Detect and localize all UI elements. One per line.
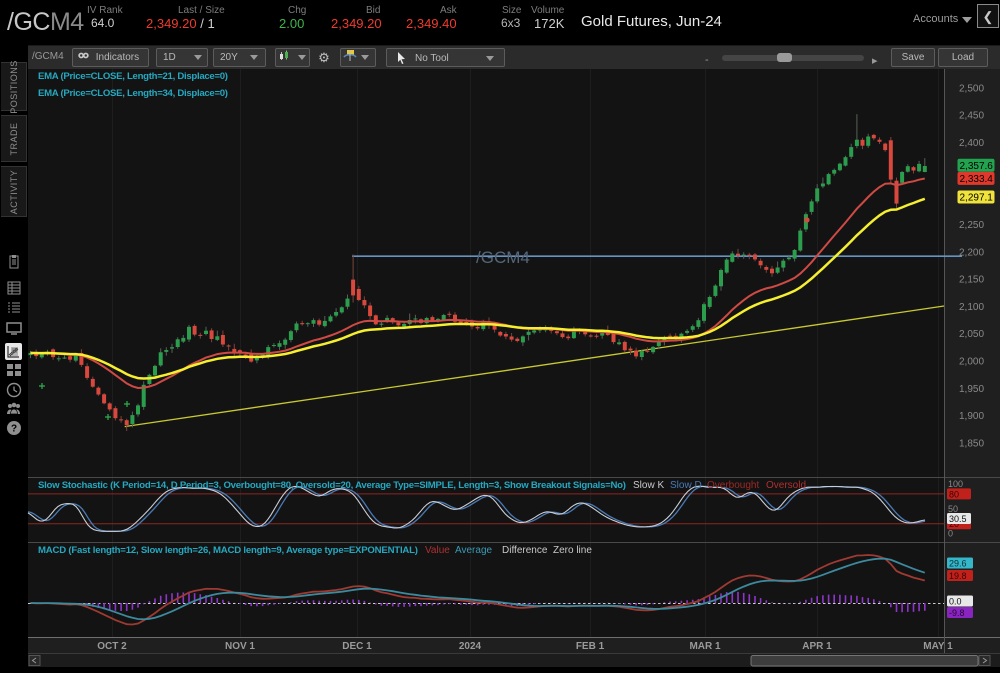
svg-text:/GCM4: /GCM4: [476, 248, 530, 267]
svg-text:19.8: 19.8: [949, 571, 967, 581]
svg-text:2,100: 2,100: [959, 302, 984, 313]
svg-text:2,150: 2,150: [959, 275, 984, 286]
svg-text:NOV 1: NOV 1: [225, 641, 255, 652]
svg-text:OCT 2: OCT 2: [97, 641, 127, 652]
svg-text:2,000: 2,000: [959, 357, 984, 368]
svg-text:Slow K: Slow K: [633, 480, 664, 491]
svg-text:2,500: 2,500: [959, 83, 984, 94]
svg-text:2,450: 2,450: [959, 111, 984, 122]
svg-text:100: 100: [948, 479, 963, 489]
svg-text:2,357.6: 2,357.6: [960, 161, 994, 172]
svg-text:2,333.4: 2,333.4: [960, 174, 994, 185]
svg-text:80: 80: [949, 489, 959, 499]
svg-text:FEB 1: FEB 1: [576, 641, 605, 652]
svg-text:2,297.1: 2,297.1: [960, 193, 994, 204]
svg-text:0.0: 0.0: [949, 597, 962, 607]
svg-text:Value: Value: [425, 545, 450, 556]
svg-text:1,950: 1,950: [959, 384, 984, 395]
svg-text:APR 1: APR 1: [802, 641, 832, 652]
svg-text:50: 50: [948, 504, 958, 514]
svg-text:2,250: 2,250: [959, 220, 984, 231]
svg-text:29.6: 29.6: [949, 559, 967, 569]
svg-text:2024: 2024: [459, 641, 482, 652]
svg-text:EMA (Price=CLOSE, Length=21, D: EMA (Price=CLOSE, Length=21, Displace=0): [38, 71, 228, 82]
svg-text:Slow Stochastic (K Period=14,: Slow Stochastic (K Period=14, D Period=3…: [38, 480, 626, 491]
svg-text:1,850: 1,850: [959, 439, 984, 450]
svg-text:MAY 1: MAY 1: [923, 641, 953, 652]
svg-text:Overbought: Overbought: [707, 480, 759, 491]
svg-text:0: 0: [948, 529, 953, 539]
svg-text:EMA (Price=CLOSE, Length=34, D: EMA (Price=CLOSE, Length=34, Displace=0): [38, 88, 228, 99]
svg-text:Difference: Difference: [502, 545, 548, 556]
svg-text:2,200: 2,200: [959, 247, 984, 258]
svg-text:1,900: 1,900: [959, 411, 984, 422]
svg-text:-9.8: -9.8: [949, 608, 965, 618]
svg-text:DEC 1: DEC 1: [342, 641, 372, 652]
svg-text:Average: Average: [455, 545, 493, 556]
svg-text:2,400: 2,400: [959, 138, 984, 149]
svg-text:Slow D: Slow D: [670, 480, 702, 491]
svg-text:2,050: 2,050: [959, 329, 984, 340]
svg-text:MAR 1: MAR 1: [689, 641, 721, 652]
svg-text:Oversold: Oversold: [766, 480, 806, 491]
svg-text:Zero line: Zero line: [553, 545, 592, 556]
svg-text:MACD (Fast length=12, Slow len: MACD (Fast length=12, Slow length=26, MA…: [38, 545, 418, 556]
svg-text:30.5: 30.5: [949, 514, 967, 524]
